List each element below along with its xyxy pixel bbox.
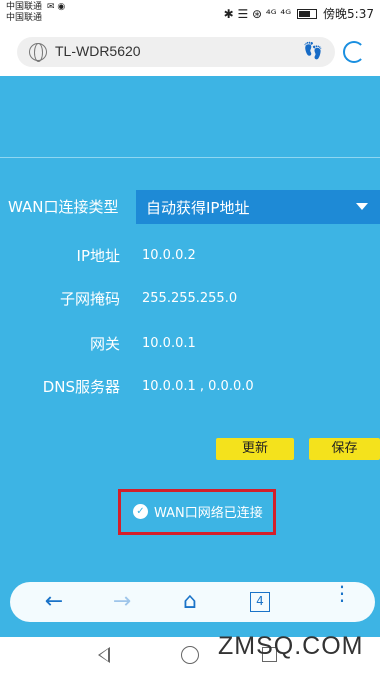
- save-button[interactable]: 保存: [309, 438, 380, 460]
- system-back-icon[interactable]: [98, 647, 110, 663]
- footprint-icon[interactable]: 👣: [303, 41, 323, 60]
- carrier-info: 中国联通 中国联通: [6, 2, 42, 24]
- watermark-logo: ZMSQ.COM: [218, 632, 364, 660]
- globe-icon: [29, 43, 47, 62]
- back-arrow-icon[interactable]: ←: [40, 589, 68, 615]
- more-menu-icon[interactable]: ⋮: [332, 583, 352, 603]
- home-icon[interactable]: ⌂: [176, 589, 204, 615]
- carrier-2: 中国联通: [6, 13, 43, 23]
- router-settings-page: WAN口连接类型 自动获得IP地址 IP地址 10.0.0.2 子网掩码 255…: [0, 76, 380, 579]
- ip-value: 10.0.0.2: [142, 248, 196, 263]
- system-home-icon[interactable]: [181, 646, 199, 664]
- connection-status-highlight: ✓ WAN口网络已连接: [118, 489, 276, 535]
- dns-value: 10.0.0.1 , 0.0.0.0: [142, 379, 254, 394]
- battery-icon: [297, 8, 318, 19]
- tabs-button[interactable]: 4: [250, 592, 270, 612]
- reload-icon[interactable]: [343, 41, 365, 63]
- url-text[interactable]: TL-WDR5620: [55, 43, 141, 59]
- dropdown-arrow-icon: [356, 203, 368, 210]
- gateway-value: 10.0.0.1: [142, 336, 196, 351]
- wan-type-select[interactable]: 自动获得IP地址: [136, 190, 380, 224]
- section-divider: [0, 157, 380, 158]
- mask-label: 子网掩码: [59, 290, 120, 308]
- refresh-button[interactable]: 更新: [216, 438, 294, 460]
- connection-status-text: WAN口网络已连接: [154, 506, 263, 521]
- forward-arrow-icon[interactable]: →: [108, 589, 136, 615]
- clock: 傍晚5:37: [323, 7, 374, 21]
- dns-label: DNS服务器: [42, 378, 120, 396]
- ip-label: IP地址: [76, 247, 120, 265]
- check-circle-icon: ✓: [133, 504, 148, 519]
- status-bar: 中国联通 中国联通 ✉ ◉ ✱ ☰ ⊛ ⁴ᴳ ⁴ᴳ 傍晚5:37: [0, 0, 380, 26]
- status-indicators: ✱ ☰ ⊛ ⁴ᴳ ⁴ᴳ 傍晚5:37: [224, 5, 374, 22]
- wan-type-label: WAN口连接类型: [8, 198, 119, 216]
- connection-status: ✓ WAN口网络已连接: [133, 502, 263, 521]
- carrier-1: 中国联通: [6, 2, 43, 12]
- address-bar[interactable]: TL-WDR5620 👣: [17, 37, 335, 67]
- gateway-label: 网关: [89, 335, 120, 353]
- notification-icons: ✉ ◉: [47, 2, 66, 12]
- mask-value: 255.255.255.0: [142, 291, 238, 306]
- browser-bottom-bar: ← → ⌂ 4 ⋮: [10, 582, 375, 622]
- signal-icons: ✱ ☰ ⊛ ⁴ᴳ ⁴ᴳ: [223, 6, 292, 21]
- wan-type-value: 自动获得IP地址: [146, 199, 250, 217]
- browser-toolbar: TL-WDR5620 👣: [0, 26, 380, 76]
